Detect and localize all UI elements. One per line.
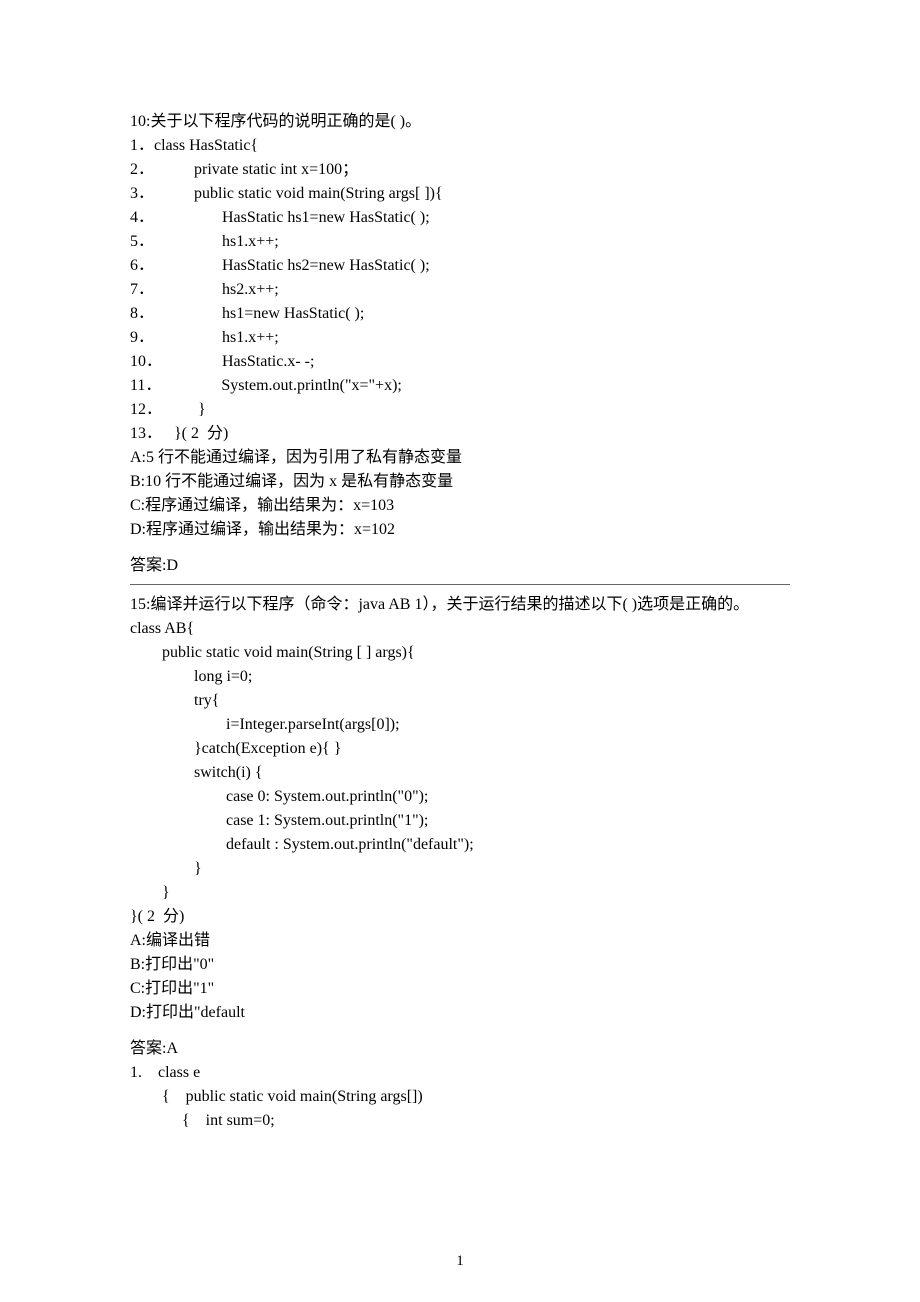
q10-option-c: C:程序通过编译，输出结果为：x=103 — [130, 494, 790, 518]
page-number: 1 — [0, 1250, 920, 1273]
q10-option-d: D:程序通过编译，输出结果为：x=102 — [130, 518, 790, 542]
q15: 15:编译并运行以下程序（命令：java AB 1），关于运行结果的描述以下( … — [130, 593, 790, 1061]
q15-code-line: } — [130, 857, 790, 881]
q10-answer: 答案:D — [130, 554, 790, 578]
q15-answer: 答案:A — [130, 1037, 790, 1061]
q15-option-c: C:打印出"1" — [130, 977, 790, 1001]
q15-option-d: D:打印出"default — [130, 1001, 790, 1025]
q15-code-line: long i=0; — [130, 665, 790, 689]
tail-code-line: 1. class e — [130, 1061, 790, 1085]
q10-code-line: 4． HasStatic hs1=new HasStatic( ); — [130, 206, 790, 230]
q15-option-b: B:打印出"0" — [130, 953, 790, 977]
q10-code-line: 3． public static void main(String args[ … — [130, 182, 790, 206]
q10-code-line: 8． hs1=new HasStatic( ); — [130, 302, 790, 326]
q10-code-line: 5． hs1.x++; — [130, 230, 790, 254]
q10-code-line: 6． HasStatic hs2=new HasStatic( ); — [130, 254, 790, 278]
divider — [130, 584, 790, 585]
q10-stem: 10:关于以下程序代码的说明正确的是( )。 — [130, 110, 790, 134]
q15-code-line: } — [130, 881, 790, 905]
page: 10:关于以下程序代码的说明正确的是( )。 1．class HasStatic… — [0, 0, 920, 1302]
q15-code-line: default : System.out.println("default"); — [130, 833, 790, 857]
trailing-code: 1. class e { public static void main(Str… — [130, 1061, 790, 1133]
q10-code-line: 10． HasStatic.x- -; — [130, 350, 790, 374]
q15-code-line: class AB{ — [130, 617, 790, 641]
q15-code-line: }catch(Exception e){ } — [130, 737, 790, 761]
q15-code-line: case 1: System.out.println("1"); — [130, 809, 790, 833]
q10-code-line: 12． } — [130, 398, 790, 422]
q15-code-line: switch(i) { — [130, 761, 790, 785]
q10-code-line: 11． System.out.println("x="+x); — [130, 374, 790, 398]
q10-code-line: 7． hs2.x++; — [130, 278, 790, 302]
q15-code-line: case 0: System.out.println("0"); — [130, 785, 790, 809]
q10-code-line: 13． }( 2 分) — [130, 422, 790, 446]
q15-code-line: i=Integer.parseInt(args[0]); — [130, 713, 790, 737]
q10-code-line: 1．class HasStatic{ — [130, 134, 790, 158]
tail-code-line: { int sum=0; — [130, 1109, 790, 1133]
q10-option-b: B:10 行不能通过编译，因为 x 是私有静态变量 — [130, 470, 790, 494]
tail-code-line: { public static void main(String args[]) — [130, 1085, 790, 1109]
q15-option-a: A:编译出错 — [130, 929, 790, 953]
q10-code-line: 2． private static int x=100； — [130, 158, 790, 182]
q15-stem: 15:编译并运行以下程序（命令：java AB 1），关于运行结果的描述以下( … — [130, 593, 790, 617]
q15-code-line: public static void main(String [ ] args)… — [130, 641, 790, 665]
q10-code-line: 9． hs1.x++; — [130, 326, 790, 350]
q10-option-a: A:5 行不能通过编译，因为引用了私有静态变量 — [130, 446, 790, 470]
q15-code-line: }( 2 分) — [130, 905, 790, 929]
q15-code-line: try{ — [130, 689, 790, 713]
q10: 10:关于以下程序代码的说明正确的是( )。 1．class HasStatic… — [130, 110, 790, 578]
